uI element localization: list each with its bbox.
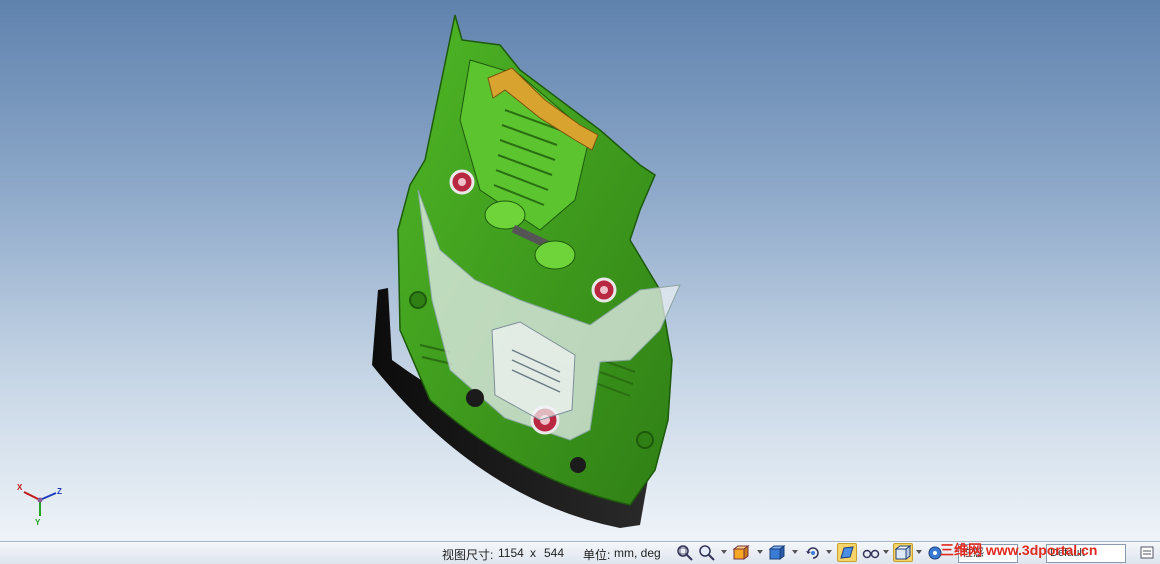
axis-x-label: X [17,483,23,492]
view-x-sep: x [530,546,536,560]
view-dropdown-icon[interactable] [757,550,763,554]
axis-z-label: Z [57,487,62,496]
glasses-dropdown-icon[interactable] [883,550,889,554]
zoom-icon[interactable] [698,544,716,561]
wireframe-box-icon[interactable] [893,543,913,562]
view-width: 1154 [498,546,524,560]
cad-model[interactable] [0,0,1160,541]
view-box-icon[interactable] [732,544,750,561]
zoom-window-icon[interactable] [676,544,694,561]
options-icon[interactable] [1138,544,1156,561]
axis-y-label: Y [35,518,41,527]
glasses-icon[interactable] [862,544,880,561]
cube-view-icon[interactable] [768,544,786,561]
view-size-label: 视图尺寸: [442,548,494,562]
rotate-dropdown-icon[interactable] [826,550,832,554]
rotate-icon[interactable] [804,544,822,561]
3d-viewport[interactable]: X Z Y [0,0,1160,541]
site-watermark: 三维网 www.3dportal.cn [940,542,1098,558]
wireframe-dropdown-icon[interactable] [916,550,922,554]
units-value: mm, deg [614,546,661,560]
zoom-dropdown-icon[interactable] [721,550,727,554]
cube-dropdown-icon[interactable] [792,550,798,554]
shaded-edges-icon[interactable] [837,543,857,562]
units-label: 单位: [583,548,611,562]
view-height: 544 [544,546,565,560]
